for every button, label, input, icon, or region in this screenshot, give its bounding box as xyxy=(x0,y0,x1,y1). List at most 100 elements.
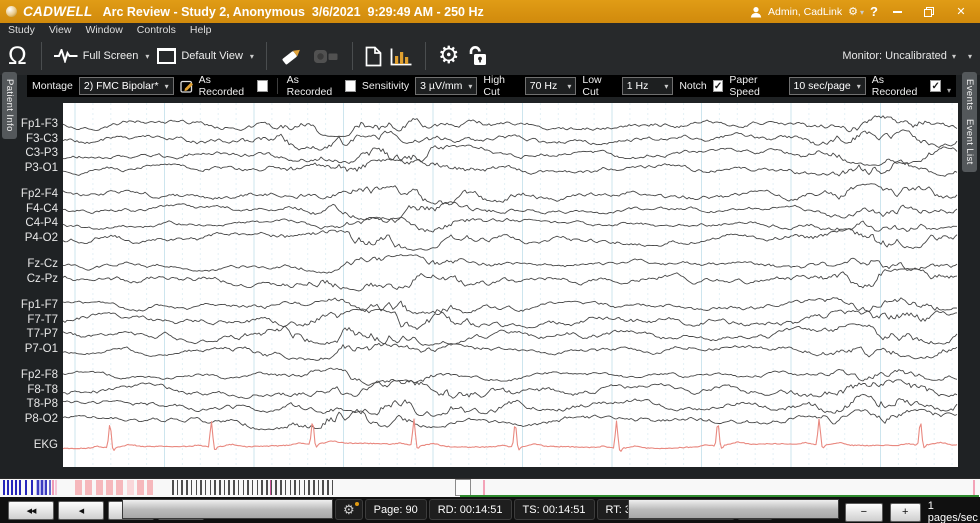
channel-label-f8-t8[interactable]: F8-T8 xyxy=(12,384,58,396)
unlock-icon[interactable] xyxy=(467,45,489,67)
low-cut-select[interactable]: 1 Hz▾ xyxy=(622,77,674,95)
channel-label-fz-cz[interactable]: Fz-Cz xyxy=(12,258,58,270)
user-settings-gear-icon[interactable]: ⚙▾ xyxy=(848,5,864,18)
new-document-icon[interactable] xyxy=(365,46,382,67)
menu-window[interactable]: Window xyxy=(85,24,122,36)
monitor-status[interactable]: Monitor: Uncalibrated ▾ xyxy=(842,50,956,62)
timeline-tick xyxy=(210,480,212,495)
help-icon[interactable]: ? xyxy=(870,4,878,19)
channel-label-t7-p7[interactable]: T7-P7 xyxy=(12,328,58,340)
as-recorded-speed-checkbox[interactable] xyxy=(930,80,941,92)
high-cut-label: High Cut xyxy=(483,74,518,98)
minimize-button[interactable] xyxy=(884,3,910,21)
sensitivity-label: Sensitivity xyxy=(362,80,409,92)
channel-label-fp1-f3[interactable]: Fp1-F3 xyxy=(12,118,58,130)
timeline-tick xyxy=(205,480,207,495)
bottom-bar: ◀◀ ◀ ▶ ▶▶ ⚙ Page: 90 RD: 00:14:51 TS: 00… xyxy=(0,497,980,523)
channel-label-fp2-f8[interactable]: Fp2-F8 xyxy=(12,369,58,381)
timeline-tick xyxy=(191,480,193,495)
timeline-event-mark xyxy=(85,480,92,495)
timeline-event-mark xyxy=(75,480,82,495)
toolbar-overflow-icon[interactable]: ▾ xyxy=(968,52,972,61)
channel-label-p4-o2[interactable]: P4-O2 xyxy=(12,232,58,244)
timeline-tick xyxy=(247,480,249,495)
timeline-event-mark xyxy=(15,480,17,495)
highlighter-icon[interactable] xyxy=(279,45,305,67)
cadwell-orb-icon xyxy=(6,6,17,17)
timeline-position-thumb[interactable] xyxy=(455,479,471,496)
page-scrollbar-track-right[interactable] xyxy=(628,499,839,519)
notch-checkbox[interactable] xyxy=(713,80,724,92)
montage-overflow-icon[interactable]: ▾ xyxy=(947,86,951,97)
menu-study[interactable]: Study xyxy=(8,24,35,36)
menu-bar: Study View Window Controls Help xyxy=(0,23,980,37)
menu-view[interactable]: View xyxy=(49,24,72,36)
page-first-button[interactable]: ◀◀ xyxy=(8,501,54,520)
timeline-tick xyxy=(332,480,334,495)
timeline-event-mark xyxy=(116,480,123,495)
channel-label-fp2-f4[interactable]: Fp2-F4 xyxy=(12,188,58,200)
toolbar-separator xyxy=(41,42,42,70)
default-view-button[interactable]: Default View ▾ xyxy=(157,48,254,64)
timeline-tick xyxy=(322,480,324,495)
high-cut-select[interactable]: 70 Hz▾ xyxy=(525,77,577,95)
timeline-tick xyxy=(327,480,329,495)
settings-gear-icon[interactable]: ⚙ xyxy=(438,44,460,68)
timeline-event-mark xyxy=(973,480,975,495)
sensitivity-select[interactable]: 3 µV/mm▾ xyxy=(415,77,477,95)
default-view-label: Default View xyxy=(181,50,243,62)
speed-decrease-button[interactable]: − xyxy=(845,503,883,522)
menu-help[interactable]: Help xyxy=(190,24,212,36)
tab-events[interactable]: Events xyxy=(962,72,977,117)
waveform-icon xyxy=(54,49,78,63)
edit-montage-icon[interactable] xyxy=(180,79,193,94)
channel-label-cz-pz[interactable]: Cz-Pz xyxy=(12,273,58,285)
timeline-event-mark xyxy=(55,480,57,495)
chevron-down-icon: ▾ xyxy=(250,52,254,61)
user-icon xyxy=(750,6,762,18)
timeline-tick xyxy=(228,480,230,495)
channel-label-p3-o1[interactable]: P3-O1 xyxy=(12,162,58,174)
page-prev-button[interactable]: ◀ xyxy=(58,501,104,520)
timeline-event-mark xyxy=(7,480,9,495)
channel-label-f7-t7[interactable]: F7-T7 xyxy=(12,314,58,326)
channel-label-p7-o1[interactable]: P7-O1 xyxy=(12,343,58,355)
timeline-tick xyxy=(219,480,221,495)
status-gear-icon[interactable]: ⚙ xyxy=(335,499,363,520)
timeline-event-mark xyxy=(31,480,33,495)
toolbar-separator xyxy=(425,42,426,70)
timeline-overview[interactable] xyxy=(0,478,980,497)
montage-bar: Montage 2) FMC Bipolar*▾ As Recorded As … xyxy=(27,75,956,97)
channel-label-c4-p4[interactable]: C4-P4 xyxy=(12,217,58,229)
impedance-omega-icon[interactable]: Ω xyxy=(8,44,27,69)
as-recorded-speed-label: As Recorded xyxy=(872,74,925,98)
as-recorded-settings-label: As Recorded xyxy=(287,74,340,98)
channel-label-f3-c3[interactable]: F3-C3 xyxy=(12,133,58,145)
channel-label-fp1-f7[interactable]: Fp1-F7 xyxy=(12,299,58,311)
channel-label-t8-p8[interactable]: T8-P8 xyxy=(12,398,58,410)
channel-label-ekg[interactable]: EKG xyxy=(12,439,58,451)
timeline-event-mark xyxy=(19,480,21,495)
toolbar-separator xyxy=(352,42,353,70)
page-scrollbar-track-left[interactable] xyxy=(122,499,333,519)
timeline-event-mark xyxy=(3,480,5,495)
as-recorded-settings-checkbox[interactable] xyxy=(345,80,356,92)
montage-separator xyxy=(277,78,278,94)
full-screen-label: Full Screen xyxy=(83,50,139,62)
montage-select[interactable]: 2) FMC Bipolar*▾ xyxy=(79,77,174,95)
bar-chart-icon[interactable] xyxy=(390,47,413,66)
channel-label-f4-c4[interactable]: F4-C4 xyxy=(12,203,58,215)
speed-increase-button[interactable]: + xyxy=(890,503,921,522)
menu-controls[interactable]: Controls xyxy=(137,24,176,36)
eeg-trace-panel[interactable] xyxy=(63,103,958,467)
channel-label-c3-p3[interactable]: C3-P3 xyxy=(12,147,58,159)
close-button[interactable]: ✕ xyxy=(948,3,974,21)
tab-event-list[interactable]: Event List xyxy=(962,112,977,172)
full-screen-button[interactable]: Full Screen ▾ xyxy=(54,49,150,63)
timeline-event-mark xyxy=(41,480,43,495)
channel-label-p8-o2[interactable]: P8-O2 xyxy=(12,413,58,425)
restore-button[interactable] xyxy=(916,3,942,21)
paper-speed-select[interactable]: 10 sec/page▾ xyxy=(789,77,866,95)
user-label[interactable]: Admin, CadLink xyxy=(768,6,842,18)
as-recorded-montage-checkbox[interactable] xyxy=(257,80,268,92)
